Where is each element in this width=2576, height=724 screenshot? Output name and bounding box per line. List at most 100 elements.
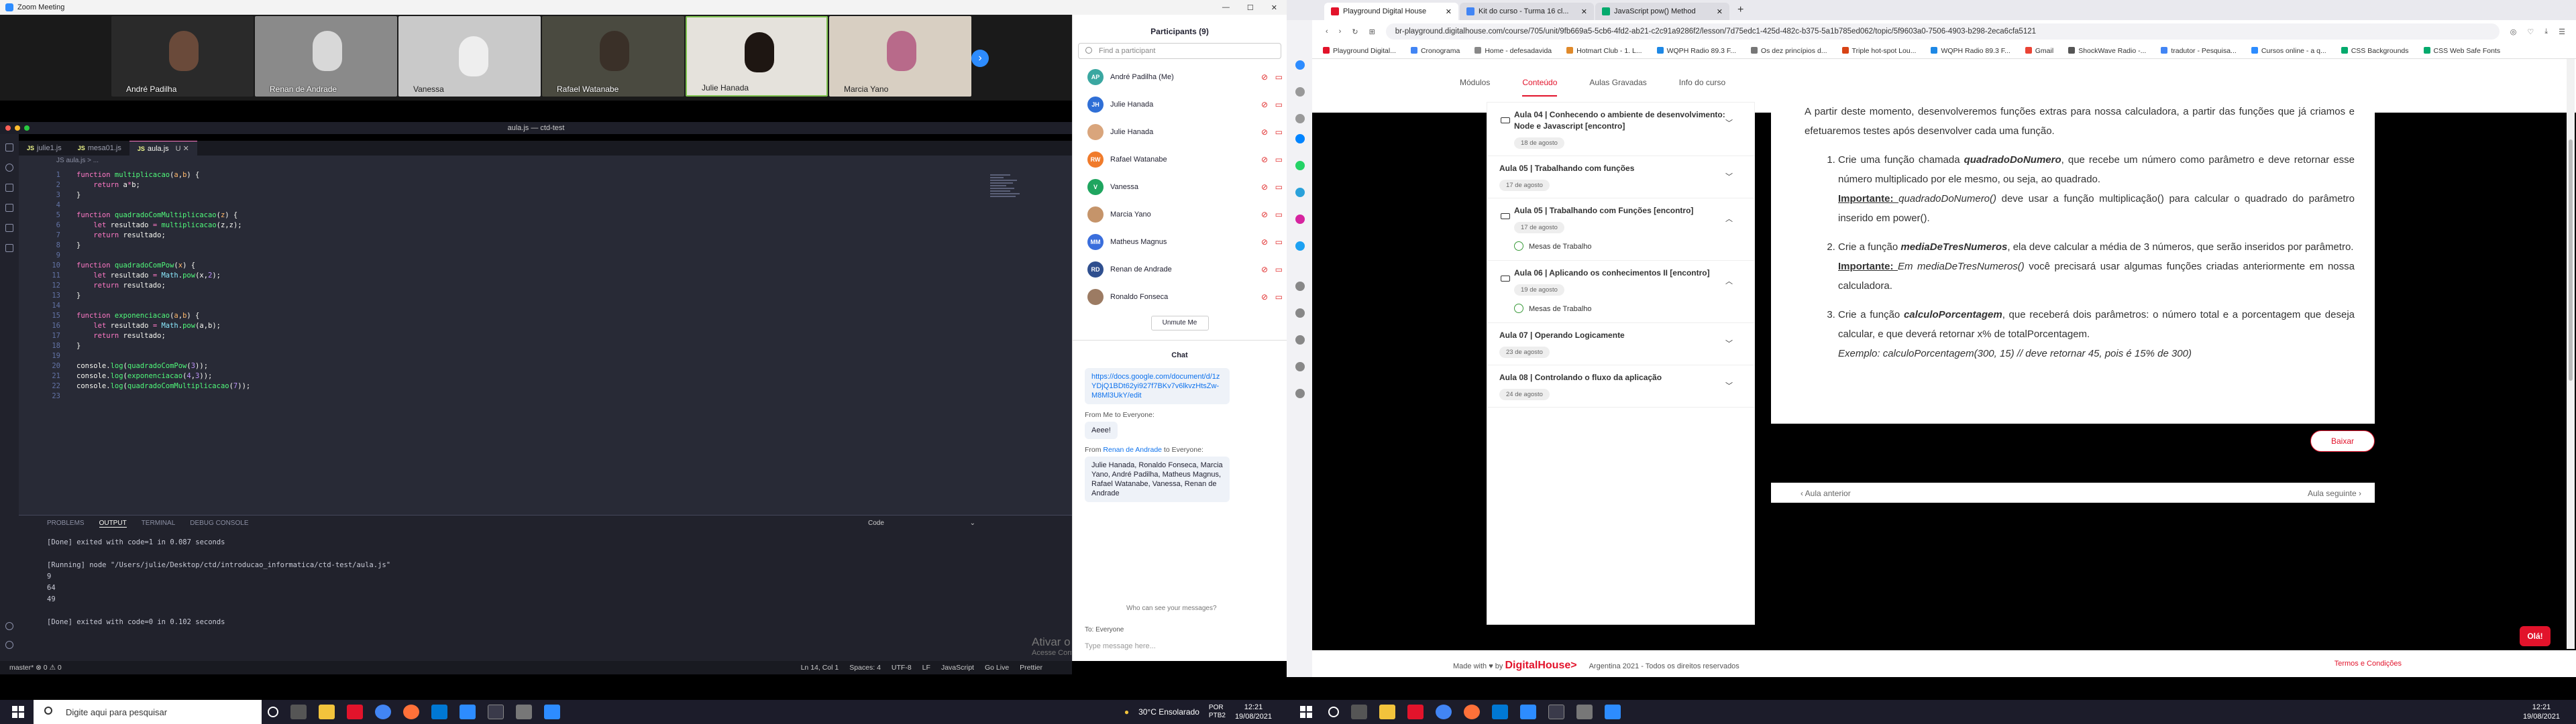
bookmark-item[interactable]: Playground Digital...: [1323, 46, 1396, 55]
search-icon[interactable]: [5, 164, 13, 172]
forward-icon[interactable]: ›: [1339, 27, 1342, 36]
remote-icon[interactable]: [5, 244, 13, 252]
nav-modulos[interactable]: Módulos: [1460, 78, 1490, 113]
zoom-dot[interactable]: [24, 125, 30, 131]
lesson-item[interactable]: Aula 07 | Operando Logicamente ﹀ 23 de ago…: [1487, 323, 1754, 365]
zoom-icon[interactable]: [460, 705, 476, 719]
lesson-item[interactable]: Aula 04 | Conhecendo o ambiente de desen…: [1487, 103, 1754, 156]
bookmark-item[interactable]: Gmail: [2025, 46, 2053, 55]
back-icon[interactable]: ‹: [1326, 27, 1328, 36]
participant-row[interactable]: Julie Hanada ⊘ ▭: [1073, 118, 1287, 145]
app-icon[interactable]: [1605, 705, 1621, 719]
bookmark-item[interactable]: Hotmart Club - 1. L...: [1566, 46, 1642, 55]
footer-brand[interactable]: DigitalHouse>: [1505, 660, 1576, 671]
bookmark-item[interactable]: tradutor - Pesquisa...: [2161, 46, 2237, 55]
minimize-dot[interactable]: [15, 125, 20, 131]
participant-row[interactable]: V Vanessa ⊘ ▭: [1073, 173, 1287, 200]
close-tab-icon[interactable]: ✕: [1446, 7, 1452, 16]
encoding[interactable]: UTF-8: [892, 664, 912, 672]
zoom-icon[interactable]: [1520, 705, 1536, 719]
close-tab-icon[interactable]: U ✕: [176, 144, 189, 153]
new-tab-button[interactable]: +: [1731, 4, 1750, 20]
chat-link[interactable]: https://docs.google.com/document/d/1zYDj…: [1091, 373, 1220, 400]
chrome-icon[interactable]: [375, 705, 391, 719]
player-icon[interactable]: [1295, 282, 1305, 291]
app-icon[interactable]: [544, 705, 560, 719]
cursor-position[interactable]: Ln 14, Col 1: [801, 664, 839, 672]
bookmark-item[interactable]: Os dez princípios d...: [1750, 46, 1827, 55]
chat-recipient-select[interactable]: To: Everyone: [1085, 626, 1124, 634]
vscode-icon[interactable]: [431, 705, 447, 719]
chevron-up-icon[interactable]: ︿: [1725, 276, 1733, 286]
close-dot[interactable]: [5, 125, 11, 131]
bookmark-item[interactable]: CSS Web Safe Fonts: [2423, 46, 2500, 55]
code-editor[interactable]: 1 2 3 4 5 6 7 8 9 10 11 12 13 14 15 16 1…: [19, 166, 1072, 515]
app-icon[interactable]: [1576, 705, 1593, 719]
browser-tab-pow[interactable]: JavaScript pow() Method ✕: [1595, 3, 1729, 20]
next-lesson-link[interactable]: Aula seguinte ›: [2308, 489, 2361, 498]
bookmark-item[interactable]: Triple hot-spot Lou...: [1841, 46, 1916, 55]
participant-row[interactable]: AP André Padilha (Me) ⊘ ▭: [1073, 63, 1287, 90]
video-tile-active-speaker[interactable]: Julie Hanada: [686, 16, 828, 97]
extensions-icon[interactable]: [5, 224, 13, 232]
bookmark-item[interactable]: ShockWave Radio -...: [2068, 46, 2146, 55]
explorer-icon[interactable]: [5, 143, 13, 152]
speed-dial-icon[interactable]: [1295, 60, 1305, 70]
video-tile[interactable]: Vanessa: [398, 16, 541, 97]
flow-icon[interactable]: [1295, 114, 1305, 123]
reload-icon[interactable]: ↻: [1352, 27, 1358, 36]
tab-julie1[interactable]: JS julie1.js: [19, 141, 70, 156]
browser-tab-playground[interactable]: Playground Digital House ✕: [1324, 3, 1458, 20]
file-explorer-icon[interactable]: [319, 705, 335, 719]
lesson-subitem[interactable]: Mesas de Trabalho: [1514, 304, 1742, 313]
settings-gear-icon[interactable]: [5, 641, 13, 649]
tab-debug-console[interactable]: DEBUG CONSOLE: [190, 520, 248, 528]
opera-icon[interactable]: [1407, 705, 1424, 719]
previous-lesson-link[interactable]: ‹ Aula anterior: [1801, 489, 1851, 498]
language-indicator[interactable]: POR PTB2: [1209, 704, 1226, 720]
task-view-icon[interactable]: [290, 705, 307, 719]
app-icon[interactable]: [1548, 705, 1564, 719]
windows-start-icon[interactable]: [12, 706, 24, 718]
bookmark-item[interactable]: Home - defesadavida: [1474, 46, 1552, 55]
telegram-icon[interactable]: [1295, 188, 1305, 197]
source-control-icon[interactable]: [5, 184, 13, 192]
participant-row[interactable]: RW Rafael Watanabe ⊘ ▭: [1073, 145, 1287, 173]
bookmark-item[interactable]: WQPH Radio 89.3 F...: [1656, 46, 1736, 55]
whatsapp-icon[interactable]: [1295, 161, 1305, 170]
lesson-item[interactable]: Aula 05 | Trabalhando com funções ﹀ 17 de …: [1487, 156, 1754, 198]
tab-terminal[interactable]: TERMINAL: [142, 520, 176, 528]
minimap[interactable]: [990, 174, 1030, 221]
indentation[interactable]: Spaces: 4: [849, 664, 881, 672]
account-icon[interactable]: [5, 622, 13, 630]
bookmark-item[interactable]: Cronograma: [1410, 46, 1460, 55]
tab-mesa01[interactable]: JS mesa01.js: [70, 141, 129, 156]
lesson-item[interactable]: Aula 06 | Aplicando os conhecimentos II …: [1487, 261, 1754, 323]
send-icon[interactable]: [1295, 308, 1305, 318]
instagram-icon[interactable]: [1295, 215, 1305, 224]
app-icon[interactable]: [516, 705, 532, 719]
camera-icon[interactable]: ◎: [2510, 27, 2517, 36]
cortana-icon[interactable]: [268, 707, 278, 717]
vscode-icon[interactable]: [1492, 705, 1508, 719]
language-mode[interactable]: JavaScript: [941, 664, 974, 672]
heart-icon[interactable]: [1295, 335, 1305, 345]
chat-widget-button[interactable]: Olá!: [2520, 626, 2551, 646]
tab-output[interactable]: OUTPUT: [99, 520, 127, 528]
chevron-up-icon[interactable]: ︿: [1725, 213, 1733, 224]
lesson-subitem[interactable]: Mesas de Trabalho: [1514, 241, 1742, 251]
gallery-next-button[interactable]: ›: [971, 50, 989, 67]
firefox-icon[interactable]: [403, 705, 419, 719]
browser-tab-kit[interactable]: Kit do curso - Turma 16 cl... ✕: [1460, 3, 1594, 20]
code-content[interactable]: function multiplicacao(a,b) { return a*b…: [76, 170, 250, 391]
clock[interactable]: 12:21 19/08/2021: [1235, 703, 1272, 721]
download-icon[interactable]: ⤓: [2544, 27, 2548, 36]
download-button[interactable]: Baixar: [2310, 430, 2375, 452]
page-scrollbar[interactable]: [2567, 59, 2575, 649]
chevron-down-icon[interactable]: ﹀: [1725, 171, 1733, 182]
who-can-see-link[interactable]: Who can see your messages?: [1126, 605, 1217, 612]
video-tile[interactable]: André Padilha: [111, 16, 254, 97]
shopping-icon[interactable]: [1295, 87, 1305, 97]
chevron-down-icon[interactable]: ﹀: [1725, 380, 1733, 391]
chat-message-input[interactable]: Type message here...: [1085, 642, 1156, 650]
